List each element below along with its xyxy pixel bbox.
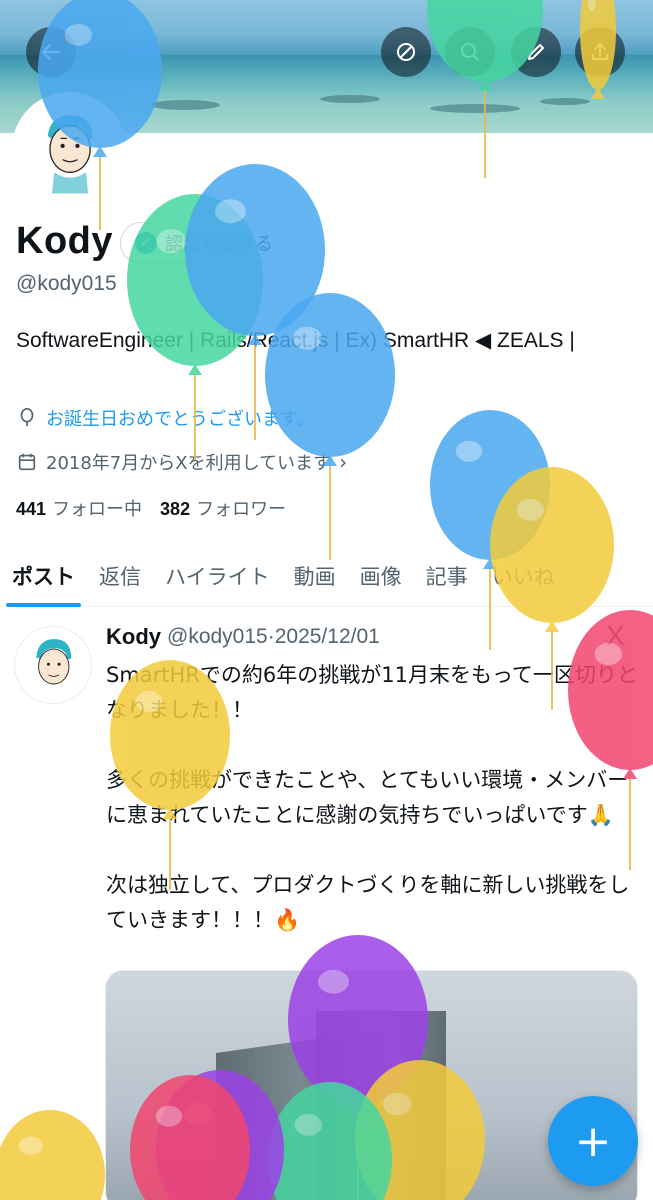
edit-icon <box>528 44 544 60</box>
balloon-icon <box>430 410 550 650</box>
post-avatar[interactable] <box>14 626 92 704</box>
tab-images[interactable]: 画像 <box>348 545 414 607</box>
birthday-text: お誕生日おめでとうございます。 <box>46 409 315 430</box>
banner-reef <box>150 100 220 110</box>
followers-count: 382 <box>160 499 191 519</box>
share-button[interactable] <box>575 27 625 77</box>
balloon-icon <box>0 1110 105 1200</box>
avatar-illustration-icon <box>15 627 91 703</box>
search-button[interactable] <box>445 27 495 77</box>
avatar-illustration-icon <box>16 96 122 202</box>
translate-button[interactable] <box>381 27 431 77</box>
building-shape <box>316 1011 446 1200</box>
joined-row[interactable]: 2018年7月からXを利用しています › <box>16 449 347 475</box>
tab-likes[interactable]: いいね <box>480 545 567 607</box>
followers-label: フォロワー <box>196 499 287 520</box>
banner-reef <box>540 98 590 105</box>
get-verified-label: 認証を受ける <box>165 234 273 255</box>
share-icon <box>592 43 608 60</box>
banner-reef <box>430 104 520 113</box>
birthday-row: お誕生日おめでとうございます。 <box>16 405 314 431</box>
profile-bio: SoftwareEngineer | Rails/React.js | Ex) … <box>16 329 575 352</box>
chevron-right-icon: › <box>339 450 348 474</box>
tab-videos[interactable]: 動画 <box>282 545 348 607</box>
back-button[interactable] <box>26 27 76 77</box>
post-handle-date: @kody015·2025/12/01 <box>167 625 380 648</box>
search-icon <box>461 43 480 62</box>
post-close-icon[interactable]: X <box>606 620 625 652</box>
translate-icon <box>397 43 415 61</box>
post-header: Kody @kody015·2025/12/01 <box>106 624 380 650</box>
joined-text: 2018年7月からXを利用しています <box>46 453 332 474</box>
arrow-left-icon <box>41 43 61 61</box>
calendar-icon <box>18 453 36 471</box>
post-author-name[interactable]: Kody <box>106 624 161 650</box>
following-label: フォロー中 <box>52 499 143 520</box>
profile-tabs: ポスト 返信 ハイライト 動画 画像 記事 いいね <box>0 545 653 607</box>
tab-posts[interactable]: ポスト <box>0 545 87 607</box>
profile-handle: @kody015 <box>16 272 117 295</box>
edit-button[interactable] <box>511 27 561 77</box>
tab-articles[interactable]: 記事 <box>414 545 480 607</box>
compose-post-button[interactable]: + <box>548 1096 638 1186</box>
banner-reef <box>320 95 380 103</box>
followers-link[interactable]: 382 フォロワー <box>160 495 286 521</box>
balloon-icon <box>185 164 325 440</box>
profile-avatar[interactable] <box>12 92 126 206</box>
tab-highlights[interactable]: ハイライト <box>153 545 282 607</box>
following-count: 441 <box>16 499 47 519</box>
following-link[interactable]: 441 フォロー中 <box>16 495 142 521</box>
post-text: SmartHRでの約6年の挑戦が11月末をもって一区切りとなりました！！ 多くの… <box>106 663 638 932</box>
tab-replies[interactable]: 返信 <box>87 545 153 607</box>
balloon-icon <box>20 408 34 427</box>
verified-check-icon: ✓ <box>135 232 157 254</box>
get-verified-button[interactable]: ✓ 認証を受ける <box>120 222 310 264</box>
follow-stats: 441 フォロー中 382 フォロワー <box>16 495 286 521</box>
profile-name: Kody <box>16 220 113 262</box>
